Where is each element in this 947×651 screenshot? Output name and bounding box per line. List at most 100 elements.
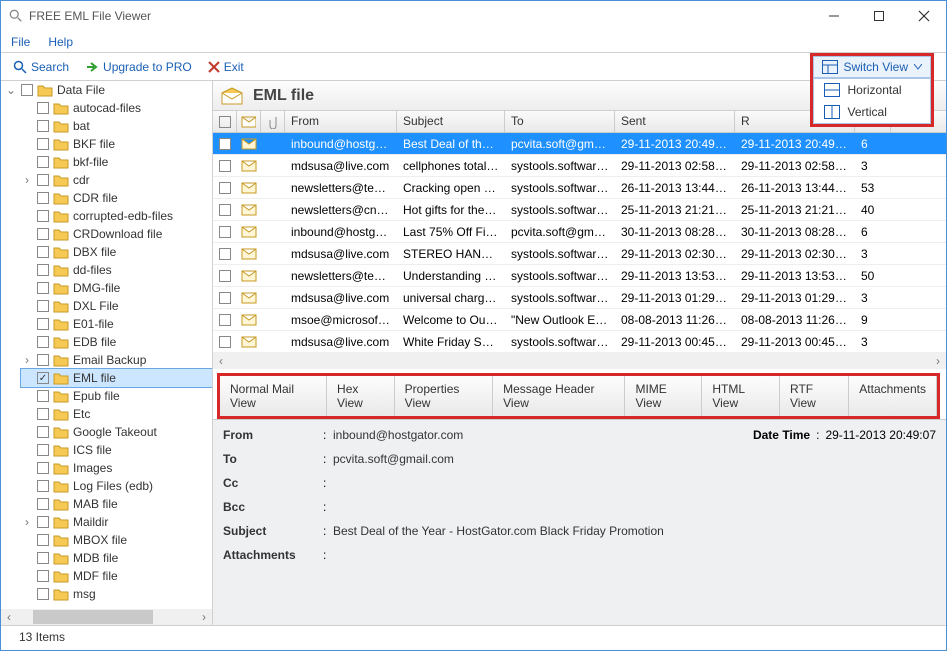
- table-row[interactable]: inbound@hostga…Best Deal of the Y…pcvita…: [213, 133, 946, 155]
- switch-horizontal[interactable]: Horizontal: [814, 79, 930, 101]
- tree-item[interactable]: MAB file: [21, 495, 212, 513]
- checkbox[interactable]: [37, 480, 49, 492]
- exit-button[interactable]: Exit: [202, 58, 250, 76]
- row-checkbox[interactable]: [219, 160, 231, 172]
- checkbox[interactable]: [37, 588, 49, 600]
- menu-file[interactable]: File: [11, 35, 30, 49]
- col-envelope[interactable]: [237, 111, 261, 132]
- checkbox[interactable]: [37, 444, 49, 456]
- tree-item[interactable]: bat: [21, 117, 212, 135]
- table-row[interactable]: inbound@hostga…Last 75% Off Fire …pcvita…: [213, 221, 946, 243]
- col-sent[interactable]: Sent: [615, 111, 735, 132]
- tab[interactable]: Normal Mail View: [220, 376, 327, 416]
- tree-item[interactable]: autocad-files: [21, 99, 212, 117]
- row-checkbox[interactable]: [219, 226, 231, 238]
- tree-root[interactable]: ⌄ Data File: [5, 81, 212, 99]
- folder-tree[interactable]: ⌄ Data File autocad-filesbatBKF filebkf-…: [1, 81, 212, 603]
- tree-item[interactable]: ✓EML file: [21, 369, 212, 387]
- search-button[interactable]: Search: [7, 58, 75, 76]
- checkbox[interactable]: [21, 84, 33, 96]
- tab[interactable]: MIME View: [625, 376, 702, 416]
- tab[interactable]: Attachments: [849, 376, 937, 416]
- tab[interactable]: Hex View: [327, 376, 395, 416]
- table-row[interactable]: newsletters@cnet…Hot gifts for the j…sys…: [213, 199, 946, 221]
- col-subject[interactable]: Subject: [397, 111, 505, 132]
- upgrade-button[interactable]: Upgrade to PRO: [79, 58, 198, 76]
- switch-view-button[interactable]: Switch View: [813, 56, 931, 78]
- tree-item[interactable]: dd-files: [21, 261, 212, 279]
- list-hscrollbar[interactable]: ‹›: [213, 353, 946, 369]
- checkbox[interactable]: [37, 534, 49, 546]
- col-checkbox[interactable]: [213, 111, 237, 132]
- row-checkbox[interactable]: [219, 248, 231, 260]
- row-checkbox[interactable]: [219, 204, 231, 216]
- tree-item[interactable]: ›Maildir: [21, 513, 212, 531]
- row-checkbox[interactable]: [219, 182, 231, 194]
- checkbox[interactable]: [37, 408, 49, 420]
- tab[interactable]: Properties View: [395, 376, 493, 416]
- checkbox[interactable]: [37, 264, 49, 276]
- tree-item[interactable]: Log Files (edb): [21, 477, 212, 495]
- tree-item[interactable]: ICS file: [21, 441, 212, 459]
- checkbox[interactable]: [37, 300, 49, 312]
- tree-hscrollbar[interactable]: ‹›: [1, 609, 212, 625]
- col-attachment[interactable]: [261, 111, 285, 132]
- checkbox[interactable]: [37, 426, 49, 438]
- table-row[interactable]: mdsusa@live.comSTEREO HANDSFR…systools.s…: [213, 243, 946, 265]
- checkbox[interactable]: [37, 282, 49, 294]
- tree-item[interactable]: ›Email Backup: [21, 351, 212, 369]
- checkbox[interactable]: ✓: [37, 372, 49, 384]
- checkbox[interactable]: [37, 228, 49, 240]
- tree-item[interactable]: bkf-file: [21, 153, 212, 171]
- tree-item[interactable]: msg: [21, 585, 212, 603]
- tree-item[interactable]: Images: [21, 459, 212, 477]
- row-checkbox[interactable]: [219, 336, 231, 348]
- message-list[interactable]: inbound@hostga…Best Deal of the Y…pcvita…: [213, 133, 946, 353]
- tree-item[interactable]: E01-file: [21, 315, 212, 333]
- checkbox[interactable]: [37, 390, 49, 402]
- minimize-button[interactable]: [811, 1, 856, 31]
- tree-item[interactable]: Epub file: [21, 387, 212, 405]
- checkbox[interactable]: [37, 336, 49, 348]
- tree-item[interactable]: EDB file: [21, 333, 212, 351]
- row-checkbox[interactable]: [219, 314, 231, 326]
- maximize-button[interactable]: [856, 1, 901, 31]
- col-from[interactable]: From: [285, 111, 397, 132]
- tree-item[interactable]: DMG-file: [21, 279, 212, 297]
- tree-item[interactable]: ›cdr: [21, 171, 212, 189]
- checkbox[interactable]: [37, 120, 49, 132]
- tree-item[interactable]: Etc: [21, 405, 212, 423]
- checkbox[interactable]: [37, 552, 49, 564]
- checkbox[interactable]: [37, 246, 49, 258]
- row-checkbox[interactable]: [219, 270, 231, 282]
- tree-item[interactable]: Google Takeout: [21, 423, 212, 441]
- checkbox[interactable]: [37, 354, 49, 366]
- tree-item[interactable]: CRDownload file: [21, 225, 212, 243]
- table-row[interactable]: mdsusa@live.comcellphones total c…systoo…: [213, 155, 946, 177]
- checkbox[interactable]: [37, 102, 49, 114]
- checkbox[interactable]: [37, 192, 49, 204]
- tab[interactable]: RTF View: [780, 376, 849, 416]
- tab[interactable]: HTML View: [702, 376, 780, 416]
- checkbox[interactable]: [37, 318, 49, 330]
- collapse-icon[interactable]: ⌄: [5, 83, 17, 97]
- checkbox[interactable]: [37, 516, 49, 528]
- checkbox[interactable]: [37, 138, 49, 150]
- expand-icon[interactable]: ›: [21, 173, 33, 187]
- checkbox[interactable]: [37, 174, 49, 186]
- tree-item[interactable]: MDF file: [21, 567, 212, 585]
- checkbox[interactable]: [37, 570, 49, 582]
- checkbox[interactable]: [37, 210, 49, 222]
- table-row[interactable]: msoe@microsoft.c…Welcome to Outl…"New Ou…: [213, 309, 946, 331]
- tree-item[interactable]: DBX file: [21, 243, 212, 261]
- tree-item[interactable]: MDB file: [21, 549, 212, 567]
- tree-item[interactable]: corrupted-edb-files: [21, 207, 212, 225]
- close-button[interactable]: [901, 1, 946, 31]
- expand-icon[interactable]: ›: [21, 515, 33, 529]
- tree-item[interactable]: BKF file: [21, 135, 212, 153]
- row-checkbox[interactable]: [219, 138, 231, 150]
- tree-item[interactable]: CDR file: [21, 189, 212, 207]
- row-checkbox[interactable]: [219, 292, 231, 304]
- checkbox[interactable]: [37, 156, 49, 168]
- tree-item[interactable]: MBOX file: [21, 531, 212, 549]
